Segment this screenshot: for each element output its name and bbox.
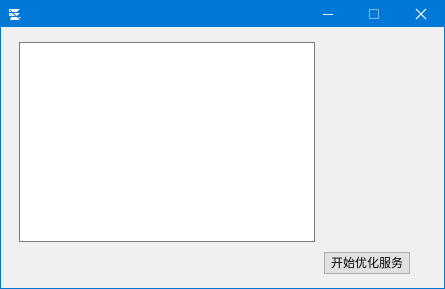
output-textbox[interactable] (19, 42, 315, 242)
maximize-icon (369, 9, 379, 19)
app-window: 开始优化服务 (0, 0, 445, 289)
app-logo-icon[interactable] (7, 6, 23, 22)
close-icon (415, 8, 427, 20)
minimize-icon (323, 14, 333, 15)
maximize-button[interactable] (351, 1, 397, 27)
client-area: 开始优化服务 (1, 27, 444, 288)
title-bar[interactable] (1, 1, 444, 27)
minimize-button[interactable] (305, 1, 351, 27)
close-button[interactable] (398, 1, 444, 27)
start-optimize-service-button[interactable]: 开始优化服务 (324, 252, 410, 274)
